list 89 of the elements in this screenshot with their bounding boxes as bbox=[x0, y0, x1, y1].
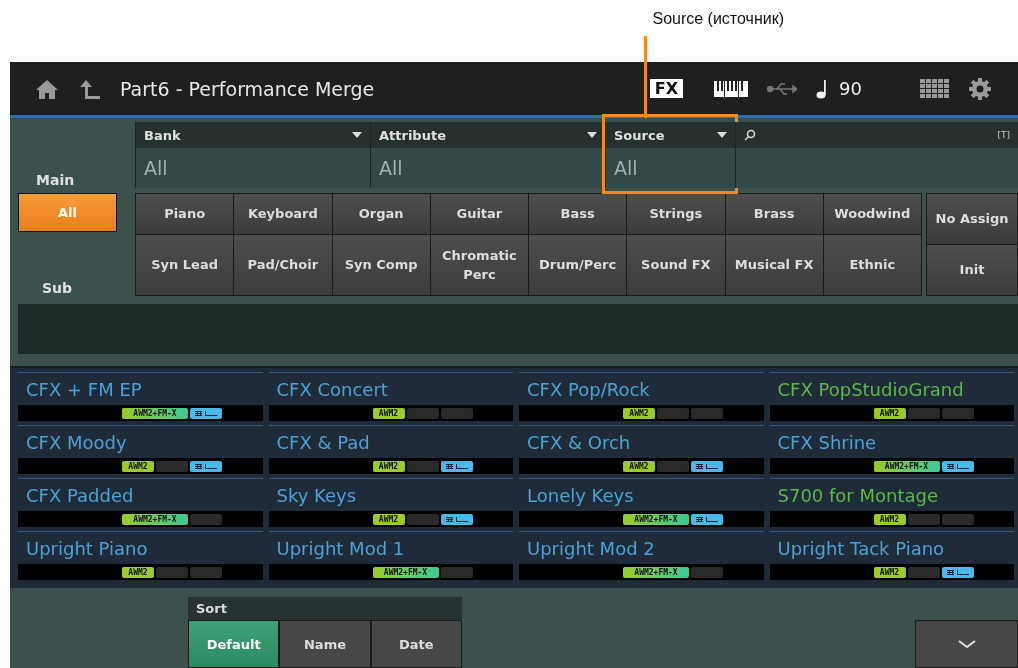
arpeggio-badge-icon bbox=[440, 460, 473, 472]
arpeggio-badge-icon bbox=[941, 566, 974, 578]
performance-item[interactable]: CFX Shrine AWM2+FM-X bbox=[769, 425, 1014, 478]
performance-item[interactable]: CFX Concert AWM2 bbox=[268, 372, 513, 425]
performance-item[interactable]: CFX PopStudioGrand AWM2 bbox=[769, 372, 1014, 425]
dropdown-label: Bank bbox=[144, 127, 181, 143]
engine-badge: AWM2 bbox=[623, 407, 655, 419]
arpeggio-badge-icon bbox=[941, 460, 974, 472]
main-label: Main bbox=[36, 172, 75, 188]
category-button[interactable]: Musical FX bbox=[725, 235, 823, 295]
keyboard-icon bbox=[713, 78, 750, 99]
performance-item[interactable]: Upright Tack Piano AWM2 bbox=[769, 531, 1014, 584]
usb-icon bbox=[767, 81, 798, 96]
category-button[interactable]: Drum/Perc bbox=[529, 235, 627, 295]
dropdown-value: All bbox=[143, 156, 169, 181]
engine-badge: AWM2+FM-X bbox=[873, 460, 940, 472]
home-icon[interactable] bbox=[34, 77, 60, 100]
category-button[interactable]: Keyboard bbox=[234, 194, 332, 235]
arpeggio-badge-icon bbox=[691, 513, 723, 525]
performance-item[interactable]: Upright Piano AWM2 bbox=[18, 531, 263, 584]
caret-icon bbox=[717, 132, 727, 138]
performance-item[interactable]: CFX Padded AWM2+FM-X bbox=[18, 478, 263, 531]
performance-item[interactable]: S700 for Montage AWM2 bbox=[769, 478, 1014, 531]
page-title: Part6 - Performance Merge bbox=[120, 77, 375, 100]
settings-icon[interactable] bbox=[968, 76, 992, 101]
engine-badge: AWM2 bbox=[372, 513, 405, 525]
category-button[interactable]: Syn Lead bbox=[136, 235, 234, 295]
caret-icon bbox=[352, 132, 362, 138]
dropdown-value: All bbox=[378, 156, 404, 181]
dropdown-value: All bbox=[613, 156, 639, 181]
engine-badge: AWM2 bbox=[372, 460, 405, 472]
search-field[interactable]: [T] bbox=[735, 122, 1018, 188]
performance-item[interactable]: Upright Mod 2 AWM2+FM-X bbox=[519, 531, 764, 584]
engine-badge: AWM2 bbox=[873, 513, 906, 525]
category-button[interactable]: Brass bbox=[725, 194, 823, 235]
text-mode-label: [T] bbox=[997, 130, 1010, 140]
category-button[interactable]: Sound FX bbox=[627, 235, 725, 295]
category-button[interactable]: Woodwind bbox=[823, 194, 921, 235]
arpeggio-badge-icon bbox=[691, 460, 723, 472]
performance-item[interactable]: Lonely Keys AWM2+FM-X bbox=[519, 478, 764, 531]
performance-item[interactable]: CFX & Orch AWM2 bbox=[519, 425, 764, 478]
performance-item[interactable]: CFX & Pad AWM2 bbox=[268, 425, 513, 478]
dropdown[interactable]: Source All bbox=[605, 122, 735, 188]
performance-item[interactable]: CFX Moody AWM2 bbox=[18, 425, 263, 478]
performance-item[interactable]: CFX Pop/Rock AWM2 bbox=[519, 372, 764, 425]
dropdown[interactable]: Attribute All bbox=[370, 122, 605, 188]
engine-badge: AWM2 bbox=[873, 407, 906, 419]
category-button[interactable]: Piano bbox=[136, 194, 234, 235]
sort-button[interactable]: Name bbox=[279, 620, 371, 668]
sort-button[interactable]: Default bbox=[188, 620, 280, 668]
arpeggio-badge-icon bbox=[190, 407, 222, 419]
performance-item[interactable]: CFX + FM EP AWM2+FM-X bbox=[18, 372, 263, 425]
sort-button[interactable]: Date bbox=[370, 620, 462, 668]
engine-badge: AWM2+FM-X bbox=[122, 513, 188, 525]
performance-item[interactable]: Sky Keys AWM2 bbox=[268, 478, 513, 531]
side-button[interactable]: No Assign bbox=[927, 194, 1017, 244]
engine-badge: AWM2 bbox=[122, 566, 154, 578]
category-button[interactable]: Organ bbox=[332, 194, 430, 235]
category-button[interactable]: Syn Comp bbox=[332, 235, 430, 295]
annotation-label: Source (источник) bbox=[652, 10, 784, 28]
performance-item[interactable]: Upright Mod 1 AWM2+FM-X bbox=[268, 531, 513, 584]
category-button[interactable]: Strings bbox=[627, 194, 725, 235]
dropdown-label: Source bbox=[614, 127, 665, 143]
dropdown-label: Attribute bbox=[379, 127, 446, 143]
engine-badge: AWM2 bbox=[122, 460, 154, 472]
caret-icon bbox=[587, 132, 597, 138]
category-button[interactable]: Ethnic bbox=[823, 235, 921, 295]
category-button[interactable]: Pad/Choir bbox=[234, 235, 332, 295]
engine-badge: AWM2+FM-X bbox=[623, 513, 689, 525]
engine-badge: AWM2 bbox=[372, 407, 405, 419]
side-button[interactable]: Init bbox=[927, 245, 1017, 295]
search-icon bbox=[744, 129, 756, 141]
sub-label: Sub bbox=[41, 280, 74, 296]
category-button[interactable]: Guitar bbox=[430, 194, 528, 235]
sort-label: Sort bbox=[195, 600, 228, 618]
category-button[interactable]: Chromatic Perc bbox=[430, 235, 528, 295]
engine-badge: AWM2 bbox=[873, 566, 906, 578]
engine-badge: AWM2+FM-X bbox=[122, 407, 188, 419]
fx-button[interactable]: FX bbox=[649, 79, 684, 98]
grid-icon[interactable] bbox=[920, 78, 950, 99]
arpeggio-badge-icon bbox=[440, 513, 473, 525]
arpeggio-badge-icon bbox=[190, 460, 222, 472]
tempo-value[interactable]: 90 bbox=[839, 78, 862, 99]
chevron-down-icon bbox=[956, 639, 977, 649]
engine-badge: AWM2 bbox=[623, 460, 655, 472]
engine-badge: AWM2+FM-X bbox=[623, 566, 689, 578]
engine-badge: AWM2+FM-X bbox=[372, 566, 439, 578]
category-button[interactable]: Bass bbox=[529, 194, 627, 235]
dropdown[interactable]: Bank All bbox=[135, 122, 370, 188]
